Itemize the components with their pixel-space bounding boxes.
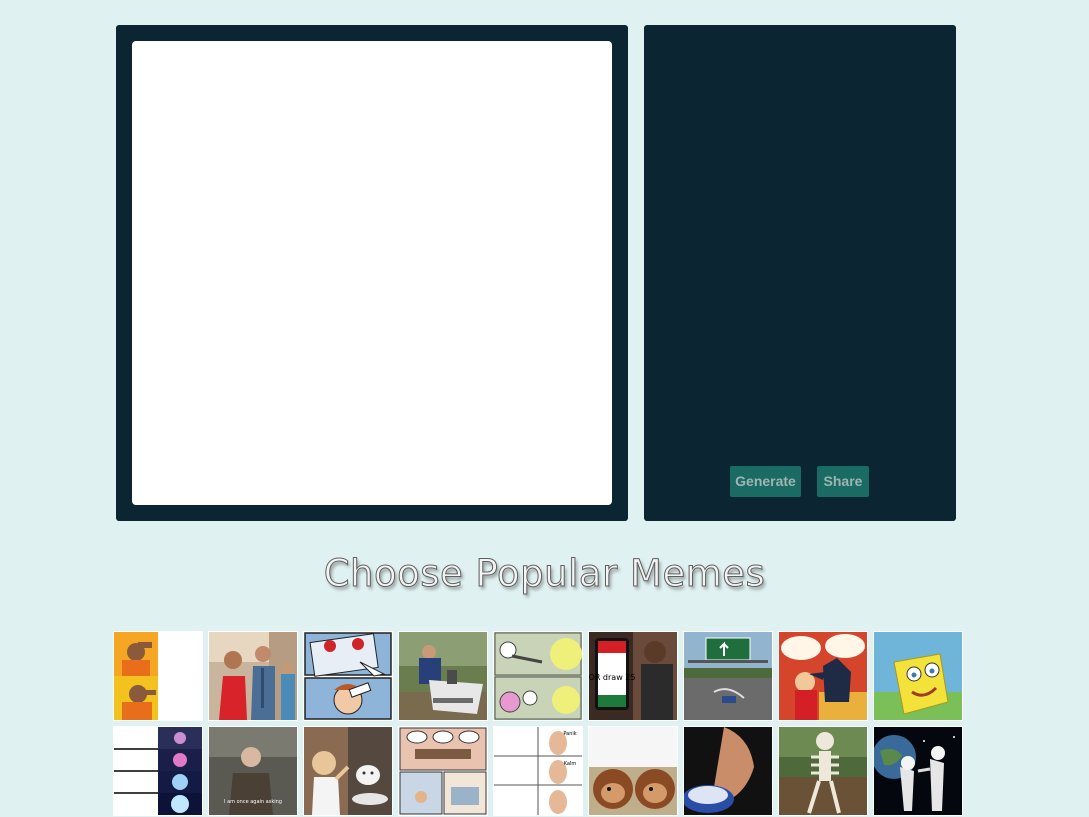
meme-controls-panel: Generate Share (644, 25, 956, 521)
always-has-been-meme-icon (874, 727, 962, 815)
meme-canvas[interactable] (132, 41, 612, 505)
left-exit-12-off-ramp-meme-icon (684, 632, 772, 720)
uno-draw-25-meme-icon: OR draw 25 (589, 632, 677, 720)
meme-tile-expanding-brain[interactable] (113, 726, 203, 816)
meme-tile-uno-draw-25[interactable]: OR draw 25 (588, 631, 678, 721)
woman-yelling-at-cat-meme-icon (304, 727, 392, 815)
meme-tile-bernie-asking[interactable]: I am once again asking (208, 726, 298, 816)
meme-tile-drake[interactable] (113, 631, 203, 721)
meme-tile-always-has-been[interactable] (873, 726, 963, 816)
meme-gallery: OR draw 25 I am once again asking Panik … (113, 631, 965, 816)
meme-tile-blank-nut-button[interactable] (683, 726, 773, 816)
meme-tile-batman-slapping-robin[interactable] (778, 631, 868, 721)
mocking-spongebob-meme-icon (874, 632, 962, 720)
panik-caption: Panik (563, 731, 576, 737)
expanding-brain-meme-icon (114, 727, 202, 815)
meme-canvas-panel (116, 25, 628, 521)
meme-tile-waiting-skeleton[interactable] (778, 726, 868, 816)
bernie-caption: I am once again asking (224, 799, 282, 805)
kalm-caption: Kalm (564, 761, 577, 767)
batman-slapping-robin-meme-icon (779, 632, 867, 720)
running-away-balloon-meme-icon (494, 632, 582, 720)
popular-memes-title: Choose Popular Memes (323, 552, 766, 596)
meme-tile-left-exit-12[interactable] (683, 631, 773, 721)
drake-meme-icon (114, 632, 202, 720)
monkey-puppet-meme-icon (589, 727, 677, 815)
meme-tile-running-away-balloon[interactable] (493, 631, 583, 721)
change-my-mind-meme-icon (399, 632, 487, 720)
two-buttons-meme-icon (304, 632, 392, 720)
waiting-skeleton-meme-icon (779, 727, 867, 815)
meme-tile-change-my-mind[interactable] (398, 631, 488, 721)
meme-tile-panik-kalm[interactable]: Panik Kalm (493, 726, 583, 816)
meme-tile-mocking-spongebob[interactable] (873, 631, 963, 721)
meme-tile-boardroom-meeting[interactable] (398, 726, 488, 816)
meme-tile-two-buttons[interactable] (303, 631, 393, 721)
generate-button[interactable]: Generate (730, 466, 801, 497)
meme-tile-distracted-boyfriend[interactable] (208, 631, 298, 721)
meme-tile-woman-yelling-at-cat[interactable] (303, 726, 393, 816)
distracted-boyfriend-meme-icon (209, 632, 297, 720)
bernie-asking-meme-icon: I am once again asking (209, 727, 297, 815)
blank-nut-button-meme-icon (684, 727, 772, 815)
share-button[interactable]: Share (817, 466, 869, 497)
uno-caption: OR draw 25 (589, 673, 635, 682)
meme-tile-monkey-puppet[interactable] (588, 726, 678, 816)
boardroom-meeting-meme-icon (399, 727, 487, 815)
panik-kalm-meme-icon: Panik Kalm (494, 727, 582, 815)
